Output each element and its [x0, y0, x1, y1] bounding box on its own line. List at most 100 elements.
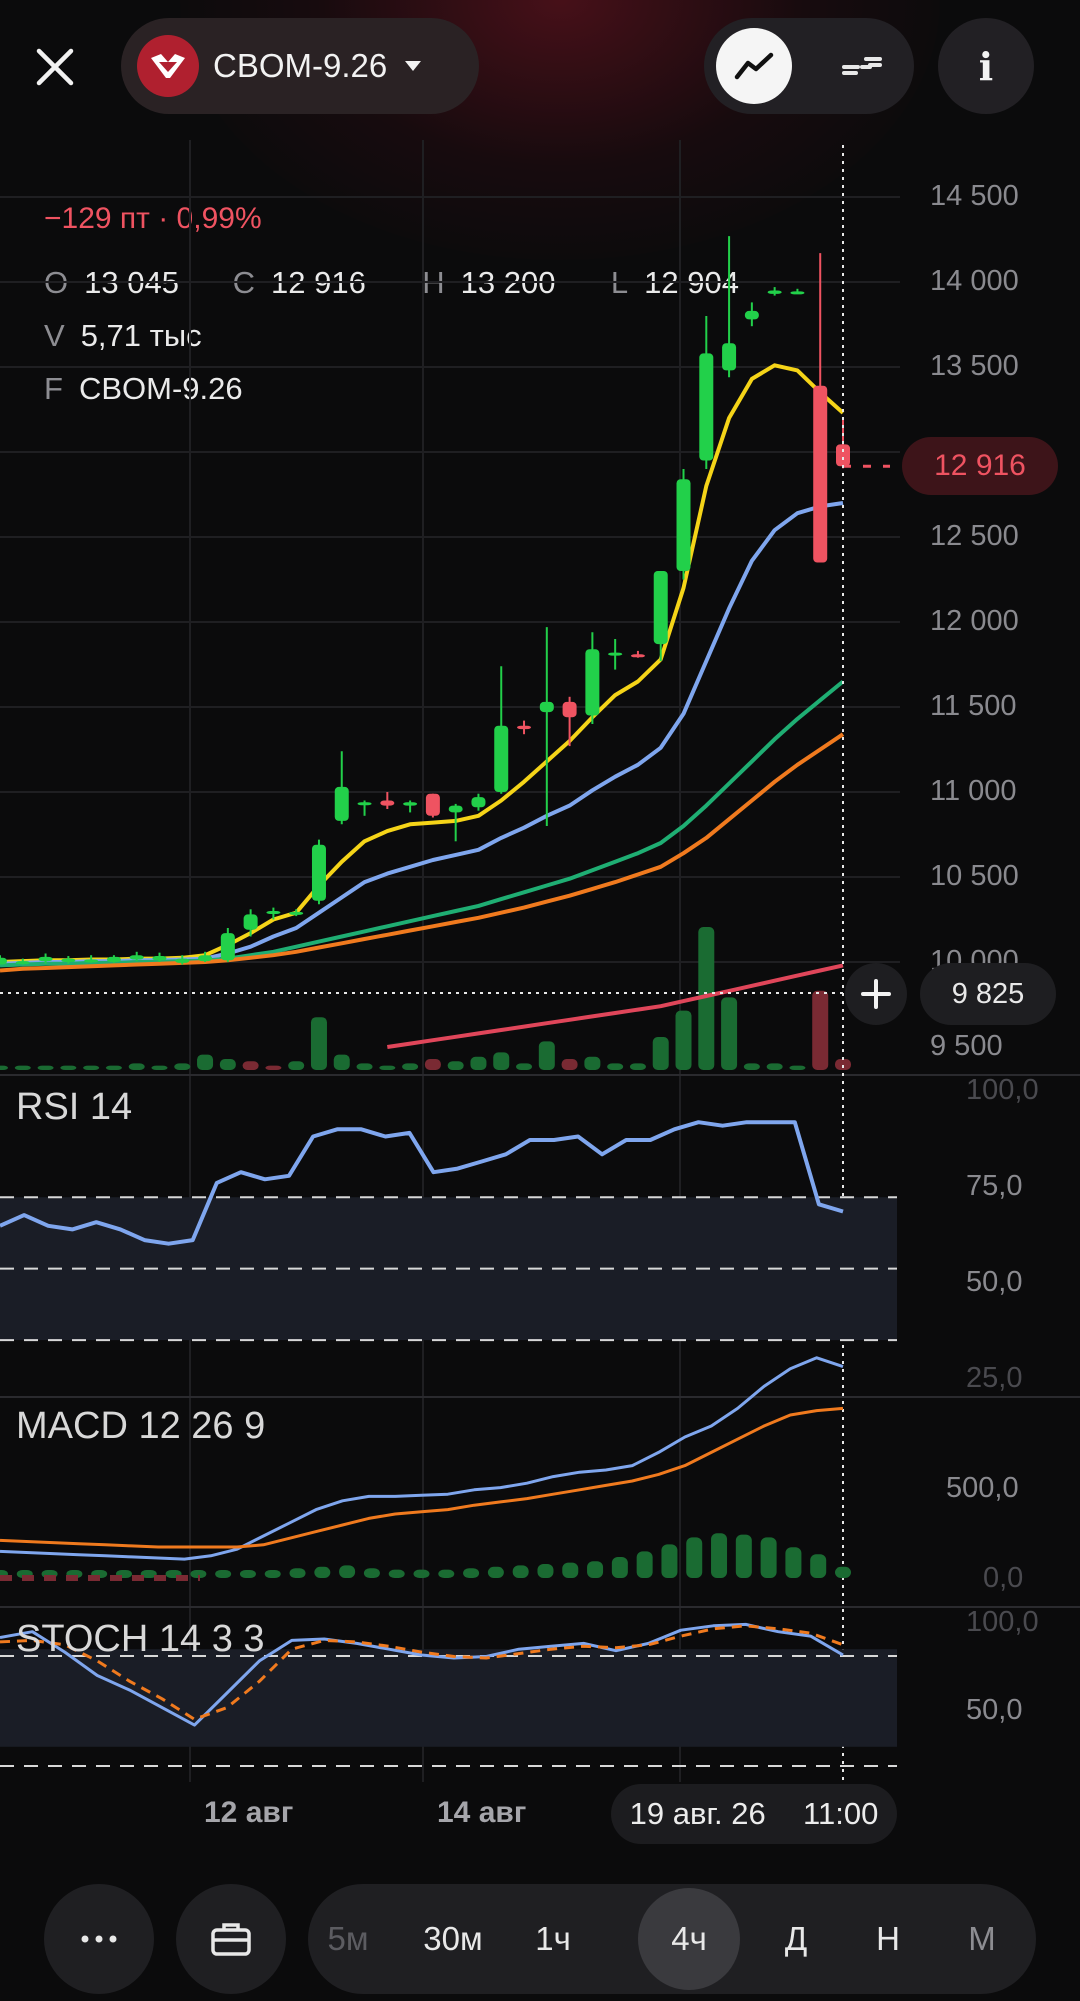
more-icon — [81, 1935, 117, 1943]
volume-bar — [675, 1010, 692, 1070]
candle-body — [790, 291, 805, 295]
volume-bar — [835, 1059, 851, 1070]
volume-bar — [197, 1054, 214, 1070]
price-tick: 12 000 — [930, 605, 1019, 637]
chart-canvas[interactable] — [0, 0, 1080, 1800]
macd-histogram-bar — [413, 1569, 430, 1578]
volume-bar — [0, 1065, 8, 1070]
price-tick: 13 500 — [930, 350, 1019, 382]
candle-body — [289, 911, 304, 915]
candle-body — [630, 654, 645, 658]
macd-histogram-bar — [388, 1569, 405, 1578]
macd-histogram-bar — [835, 1566, 851, 1578]
candle-body — [403, 802, 418, 806]
candle-body — [38, 956, 53, 962]
rsi-tick: 100,0 — [966, 1074, 1039, 1106]
macd-histogram-bar — [686, 1537, 703, 1578]
macd-histogram-bar — [537, 1564, 554, 1578]
macd-histogram-bar — [264, 1570, 281, 1578]
candle-body — [198, 955, 213, 962]
volume-bar — [789, 1065, 806, 1070]
cursor-date-pill: 19 авг. 26 11:00 — [611, 1784, 897, 1844]
volume-bar — [83, 1065, 100, 1070]
volume-bar — [242, 1061, 259, 1070]
timeframe-4h[interactable]: 4ч — [638, 1888, 740, 1990]
macd-histogram-bar — [661, 1544, 678, 1578]
volume-bar — [743, 1063, 760, 1070]
candle-body — [471, 797, 486, 808]
candle-body — [84, 959, 99, 963]
candle-body — [448, 805, 463, 813]
rsi-tick: 75,0 — [966, 1170, 1023, 1202]
candle-body — [722, 343, 737, 371]
volume-bar — [333, 1054, 350, 1070]
candle-body — [129, 955, 144, 960]
timeframe-30m[interactable]: 30м — [408, 1884, 498, 1994]
price-tick: 12 500 — [930, 520, 1019, 552]
volume-bar — [652, 1037, 669, 1070]
candle-body — [494, 725, 509, 792]
volume-bar — [812, 990, 829, 1070]
volume-bar — [721, 997, 738, 1070]
volume-bar — [516, 1063, 533, 1070]
timeframe-week[interactable]: Н — [848, 1884, 928, 1994]
macd-tick: 500,0 — [946, 1472, 1019, 1504]
last-price-badge: 12 916 — [902, 437, 1058, 495]
volume-bar — [310, 1017, 327, 1070]
add-crosshair-button[interactable] — [845, 963, 907, 1025]
volume-bar — [105, 1065, 122, 1070]
macd-histogram-bar — [735, 1534, 752, 1578]
macd-histogram-bar — [810, 1554, 827, 1578]
volume-bar — [174, 1063, 191, 1070]
plus-icon — [861, 979, 891, 1009]
volume-bar — [629, 1063, 646, 1070]
candle-body — [608, 652, 623, 656]
price-tick: 14 000 — [930, 265, 1019, 297]
price-tick: 10 500 — [930, 860, 1019, 892]
timeframe-month[interactable]: М — [934, 1884, 1030, 1994]
candle-body — [813, 385, 828, 563]
volume-bar — [37, 1065, 54, 1070]
candle-body — [243, 914, 258, 930]
candle-body — [61, 958, 76, 962]
date-label: 14 авг — [437, 1796, 527, 1829]
candle-body — [152, 956, 167, 961]
macd-histogram-bar — [314, 1566, 331, 1578]
timeframe-1h[interactable]: 1ч — [508, 1884, 598, 1994]
macd-histogram-bar — [339, 1565, 356, 1578]
volume-bar — [447, 1061, 464, 1070]
volume-bar — [584, 1056, 601, 1070]
portfolio-button[interactable] — [176, 1884, 286, 1994]
volume-bar — [379, 1065, 396, 1070]
candle-body — [539, 701, 554, 713]
ema-line — [0, 501, 844, 966]
timeframe-5m[interactable]: 5м — [308, 1884, 388, 1994]
volume-bar — [288, 1061, 305, 1070]
candle-body — [357, 802, 372, 806]
crosshair-price: 9 825 — [920, 963, 1056, 1025]
candle-body — [425, 793, 440, 816]
ema-line — [0, 363, 845, 964]
volume-bar — [219, 1059, 236, 1070]
volume-bar — [356, 1063, 373, 1070]
macd-histogram-bar — [785, 1547, 802, 1578]
macd-histogram-bar — [711, 1533, 728, 1578]
macd-histogram-bar — [363, 1568, 380, 1578]
stoch-band — [0, 1649, 897, 1747]
volume-bar — [766, 1063, 783, 1070]
volume-bar — [402, 1063, 419, 1070]
macd-histogram-bar — [587, 1561, 604, 1578]
timeframe-day[interactable]: Д — [756, 1884, 836, 1994]
macd-histogram-bar — [463, 1568, 480, 1578]
candle-body — [311, 844, 326, 901]
candle-body — [517, 725, 532, 730]
macd-histogram-bar — [438, 1569, 455, 1578]
volume-bar — [561, 1059, 578, 1070]
candle-body — [676, 479, 691, 571]
more-button[interactable] — [44, 1884, 154, 1994]
candle-body — [585, 649, 600, 716]
candle-body — [380, 800, 395, 806]
macd-histogram-bar — [611, 1557, 628, 1578]
candle-body — [744, 310, 759, 320]
macd-histogram-bar — [562, 1562, 579, 1578]
